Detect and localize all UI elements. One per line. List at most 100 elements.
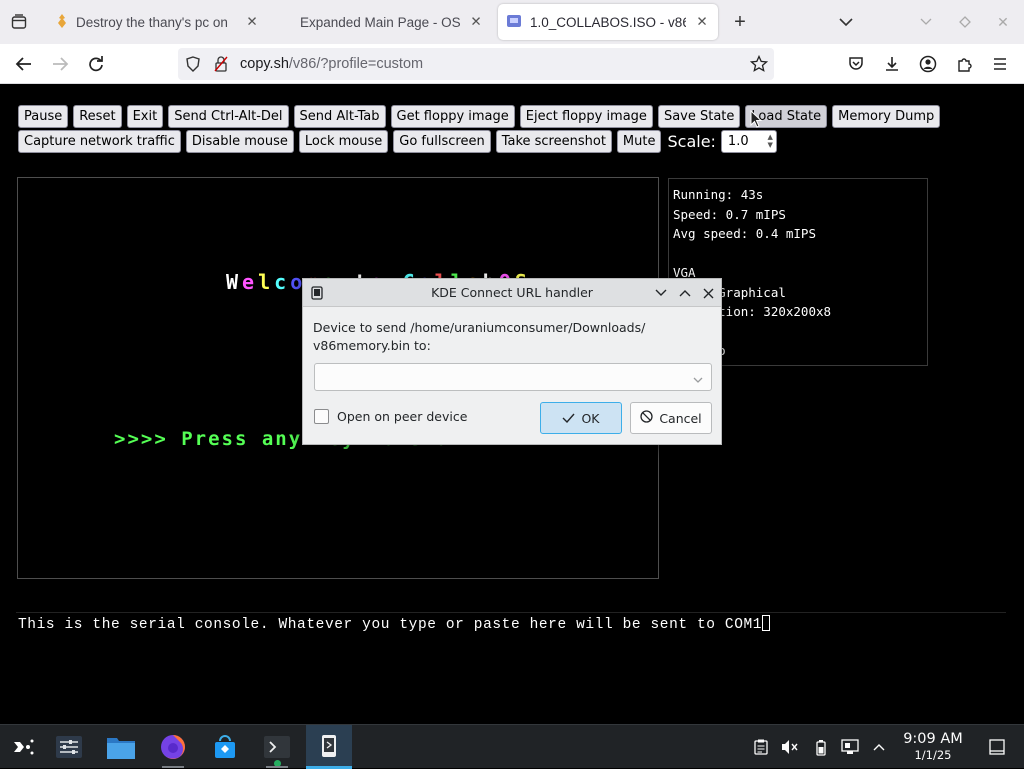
device-select[interactable]	[314, 363, 712, 391]
tab-close-icon[interactable]: ✕	[244, 14, 260, 30]
lock-mouse-button[interactable]: Lock mouse	[298, 130, 389, 153]
downloads-icon[interactable]	[880, 52, 904, 76]
send-alt-tab-button[interactable]: Send Alt-Tab	[293, 105, 386, 128]
open-on-peer-checkbox[interactable]: Open on peer device	[314, 409, 467, 424]
cancel-icon	[640, 410, 653, 426]
browser-tab-bar: Destroy the thany's pc on ✕ Expanded Mai…	[0, 0, 1024, 44]
dialog-close-icon[interactable]	[700, 285, 716, 301]
url-path: /v86/?profile=custom	[288, 56, 424, 72]
save-state-button[interactable]: Save State	[657, 105, 741, 128]
stat-speed: Speed: 0.7 mIPS	[673, 206, 786, 222]
clipboard-icon[interactable]	[751, 737, 771, 757]
list-all-tabs-icon[interactable]	[838, 14, 854, 30]
battery-icon[interactable]	[811, 737, 831, 757]
take-screenshot-button[interactable]: Take screenshot	[495, 130, 612, 153]
volume-muted-icon[interactable]	[780, 737, 800, 757]
welcome-char: W	[226, 270, 243, 294]
welcome-char: e	[242, 270, 259, 294]
stat-avg-speed: Avg speed: 0.4 mIPS	[673, 226, 816, 241]
account-icon[interactable]	[916, 52, 940, 76]
pocket-icon[interactable]	[844, 52, 868, 76]
konsole-icon[interactable]	[254, 725, 300, 769]
send-ctrl-alt-del-button[interactable]: Send Ctrl-Alt-Del	[168, 105, 289, 128]
tab-title: Destroy the thany's pc on	[76, 14, 228, 30]
url-host: copy.sh	[240, 56, 289, 72]
dialog-message-line1: Device to send /home/uraniumconsumer/Dow…	[313, 320, 646, 335]
extensions-icon[interactable]	[952, 52, 976, 76]
kde-connect-dialog: KDE Connect URL handler Device to send /…	[302, 278, 722, 445]
url-text: copy.sh/v86/?profile=custom	[240, 56, 423, 72]
mute-button[interactable]: Mute	[616, 130, 662, 153]
eject-floppy-image-button[interactable]: Eject floppy image	[519, 105, 653, 128]
minimize-window-icon[interactable]	[918, 14, 934, 30]
reset-button[interactable]: Reset	[73, 105, 122, 128]
app-menu-icon[interactable]	[988, 52, 1012, 76]
tab-v86[interactable]: 1.0_COLLABOS.ISO - v86 ✕	[498, 4, 718, 40]
emulator-controls-row2: Capture network traffic Disable mouse Lo…	[18, 130, 777, 153]
dolphin-file-manager-icon[interactable]	[98, 725, 144, 769]
forward-button[interactable]	[48, 52, 72, 76]
scale-label: Scale:	[667, 132, 716, 151]
firefox-icon[interactable]	[150, 725, 196, 769]
tracking-protection-icon[interactable]	[186, 56, 202, 72]
tab-expanded-main-page[interactable]: Expanded Main Page - OSI ✕	[292, 4, 492, 40]
network-wired-icon[interactable]	[840, 737, 860, 757]
ok-button[interactable]: OK	[540, 402, 622, 434]
kdeconnect-taskbar-icon[interactable]	[306, 725, 352, 769]
capture-network-traffic-button[interactable]: Capture network traffic	[18, 130, 181, 153]
tab-destroy-thany[interactable]: Destroy the thany's pc on ✕	[48, 4, 268, 40]
wiki-favicon-icon	[56, 13, 68, 32]
welcome-char: l	[258, 270, 275, 294]
ok-label: OK	[581, 410, 600, 426]
checkbox-label: Open on peer device	[337, 409, 468, 424]
cancel-label: Cancel	[659, 410, 702, 426]
go-fullscreen-button[interactable]: Go fullscreen	[393, 130, 491, 153]
back-button[interactable]	[12, 52, 36, 76]
dialog-title: KDE Connect URL handler	[431, 285, 593, 300]
stat-blank	[673, 244, 923, 264]
kdeconnect-app-icon	[309, 285, 325, 301]
emulator-controls-row1: Pause Reset Exit Send Ctrl-Alt-Del Send …	[18, 105, 941, 128]
exit-button[interactable]: Exit	[126, 105, 164, 128]
serial-console[interactable]: This is the serial console. Whatever you…	[16, 612, 1006, 724]
discover-store-icon[interactable]	[202, 725, 248, 769]
dialog-maximize-icon[interactable]	[677, 285, 693, 301]
serial-console-text: This is the serial console. Whatever you…	[18, 615, 771, 633]
scale-spinner-icon[interactable]: ▲ ▼	[768, 133, 773, 149]
serial-text: This is the serial console. Whatever you…	[18, 617, 763, 633]
memory-dump-button[interactable]: Memory Dump	[832, 105, 941, 128]
insecure-lock-icon[interactable]	[214, 56, 230, 72]
update-badge-icon	[274, 760, 281, 767]
bookmark-star-icon[interactable]	[750, 55, 768, 73]
close-window-icon[interactable]: ✕	[995, 14, 1011, 30]
scale-input[interactable]: 1.0 ▲ ▼	[720, 130, 777, 153]
checkbox-box[interactable]	[314, 409, 329, 424]
maximize-window-icon[interactable]	[957, 14, 973, 30]
dialog-titlebar[interactable]: KDE Connect URL handler	[303, 279, 721, 307]
new-tab-icon[interactable]: +	[730, 11, 750, 33]
dialog-minimize-icon[interactable]	[653, 285, 669, 301]
text-caret-icon	[762, 615, 771, 631]
pause-button[interactable]: Pause	[18, 105, 69, 128]
stat-running: Running: 43s	[673, 187, 764, 202]
url-bar[interactable]: copy.sh/v86/?profile=custom	[178, 48, 774, 80]
get-floppy-image-button[interactable]: Get floppy image	[390, 105, 515, 128]
tab-title: 1.0_COLLABOS.ISO - v86	[530, 14, 686, 30]
application-launcher-icon[interactable]	[0, 725, 46, 769]
kde-taskbar: 9:09 AM 1/1/25	[0, 724, 1024, 769]
checkmark-icon	[562, 411, 575, 426]
dialog-message: Device to send /home/uraniumconsumer/Dow…	[313, 319, 713, 355]
reload-button[interactable]	[84, 52, 108, 76]
tab-close-icon[interactable]: ✕	[694, 14, 710, 30]
cancel-button[interactable]: Cancel	[630, 402, 712, 434]
welcome-char: c	[274, 270, 291, 294]
dialog-message-line2: v86memory.bin to:	[313, 338, 431, 353]
disable-mouse-button[interactable]: Disable mouse	[185, 130, 294, 153]
system-settings-icon[interactable]	[46, 725, 92, 769]
tab-close-icon[interactable]: ✕	[468, 14, 484, 30]
digital-clock[interactable]: 9:09 AM 1/1/25	[896, 731, 970, 762]
v86-favicon-icon	[506, 13, 522, 32]
show-hidden-icons-chevron-icon[interactable]	[869, 737, 889, 757]
show-desktop-icon[interactable]	[987, 737, 1007, 757]
tab-overview-icon[interactable]	[10, 13, 28, 31]
